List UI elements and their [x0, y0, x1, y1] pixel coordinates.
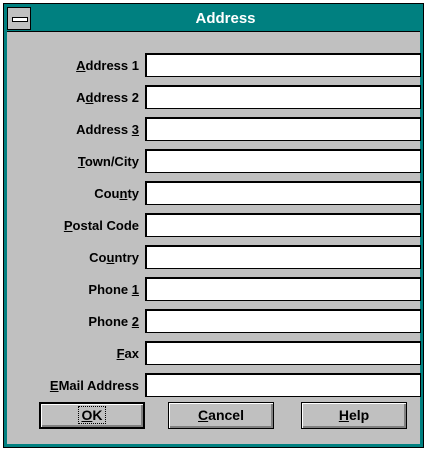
fax-input[interactable] [147, 343, 420, 364]
county-label: County [94, 186, 139, 201]
address-dialog: Address Address 1 Address 2 Address 3 To… [3, 3, 424, 448]
minus-icon [12, 17, 28, 22]
row-address2: Address 2 [7, 85, 421, 111]
title-bar[interactable]: Address [7, 7, 420, 32]
row-county: County [7, 181, 421, 207]
row-town: Town/City [7, 149, 421, 175]
row-country: Country [7, 245, 421, 271]
country-input[interactable] [147, 247, 420, 268]
postal-code-field[interactable] [145, 213, 421, 237]
row-phone1: Phone 1 [7, 277, 421, 303]
phone2-label: Phone 2 [88, 314, 139, 329]
help-button[interactable]: Help [301, 402, 407, 429]
system-menu-button[interactable] [7, 7, 31, 30]
phone2-input[interactable] [147, 311, 420, 332]
town-field[interactable] [145, 149, 421, 173]
ok-button[interactable]: OK [39, 402, 145, 429]
fax-label: Fax [116, 346, 139, 361]
town-label: Town/City [77, 154, 139, 169]
cancel-button[interactable]: Cancel [168, 402, 274, 429]
address3-field[interactable] [145, 117, 421, 141]
row-phone2: Phone 2 [7, 309, 421, 335]
email-label: EMail Address [49, 378, 139, 393]
country-label: Country [89, 250, 139, 265]
window-title: Address [195, 10, 256, 27]
phone2-field[interactable] [145, 309, 421, 333]
address1-field[interactable] [145, 53, 421, 77]
row-address3: Address 3 [7, 117, 421, 143]
address3-label: Address 3 [76, 122, 139, 137]
county-input[interactable] [147, 183, 420, 204]
address3-input[interactable] [147, 119, 420, 140]
phone1-label: Phone 1 [88, 282, 139, 297]
row-address1: Address 1 [7, 53, 421, 79]
address2-field[interactable] [145, 85, 421, 109]
town-input[interactable] [147, 151, 420, 172]
address2-label: Address 2 [76, 90, 139, 105]
row-email: EMail Address [7, 373, 421, 399]
row-fax: Fax [7, 341, 421, 367]
country-field[interactable] [145, 245, 421, 269]
row-postal: Postal Code [7, 213, 421, 239]
address2-input[interactable] [147, 87, 420, 108]
postal-code-input[interactable] [147, 215, 420, 236]
address1-input[interactable] [147, 55, 420, 76]
phone1-field[interactable] [145, 277, 421, 301]
dialog-body: Address 1 Address 2 Address 3 Town/City … [7, 32, 421, 444]
fax-field[interactable] [145, 341, 421, 365]
email-field[interactable] [145, 373, 421, 397]
address1-label: Address 1 [76, 58, 139, 73]
postal-code-label: Postal Code [63, 218, 139, 233]
phone1-input[interactable] [147, 279, 420, 300]
email-input[interactable] [147, 375, 420, 396]
county-field[interactable] [145, 181, 421, 205]
